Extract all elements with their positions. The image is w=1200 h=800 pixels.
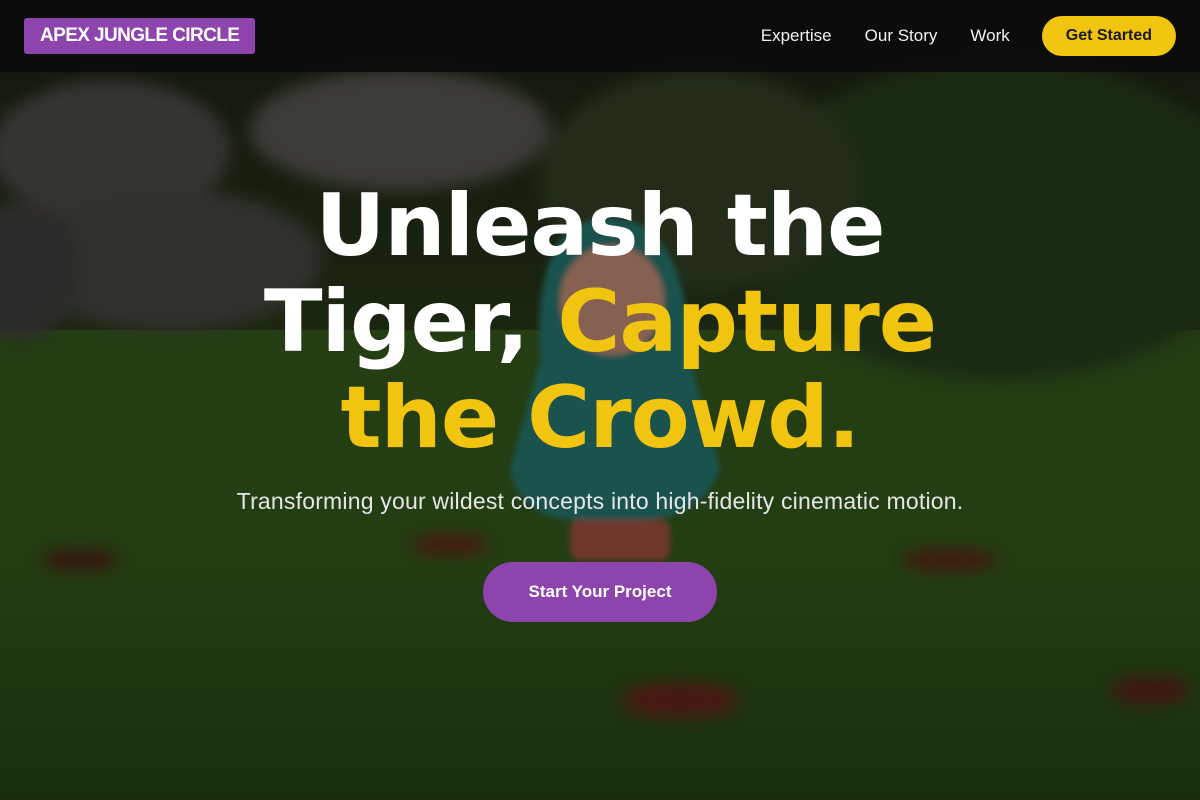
nav-link-expertise[interactable]: Expertise (761, 26, 832, 46)
headline-line-2-highlight: Capture (557, 272, 937, 372)
get-started-button[interactable]: Get Started (1041, 16, 1176, 56)
nav-link-our-story[interactable]: Our Story (865, 26, 938, 46)
headline-line-2-white: Tiger, (263, 272, 529, 372)
start-your-project-button[interactable]: Start Your Project (483, 562, 717, 622)
headline-line-1: Unleash the (315, 176, 886, 276)
nav-links: Expertise Our Story Work (761, 26, 1010, 46)
hero-section: Unleash the Tiger, Capture the Crowd. Tr… (0, 72, 1200, 800)
nav-link-work[interactable]: Work (970, 26, 1009, 46)
headline-line-3-highlight: the Crowd. (340, 368, 861, 468)
hero-headline: Unleash the Tiger, Capture the Crowd. (0, 178, 1200, 466)
hero-subtitle: Transforming your wildest concepts into … (236, 488, 964, 514)
landing-page: APEX JUNGLE CIRCLE Expertise Our Story W… (0, 0, 1200, 800)
brand-logo[interactable]: APEX JUNGLE CIRCLE (24, 18, 256, 54)
top-navigation-bar: APEX JUNGLE CIRCLE Expertise Our Story W… (0, 0, 1200, 72)
